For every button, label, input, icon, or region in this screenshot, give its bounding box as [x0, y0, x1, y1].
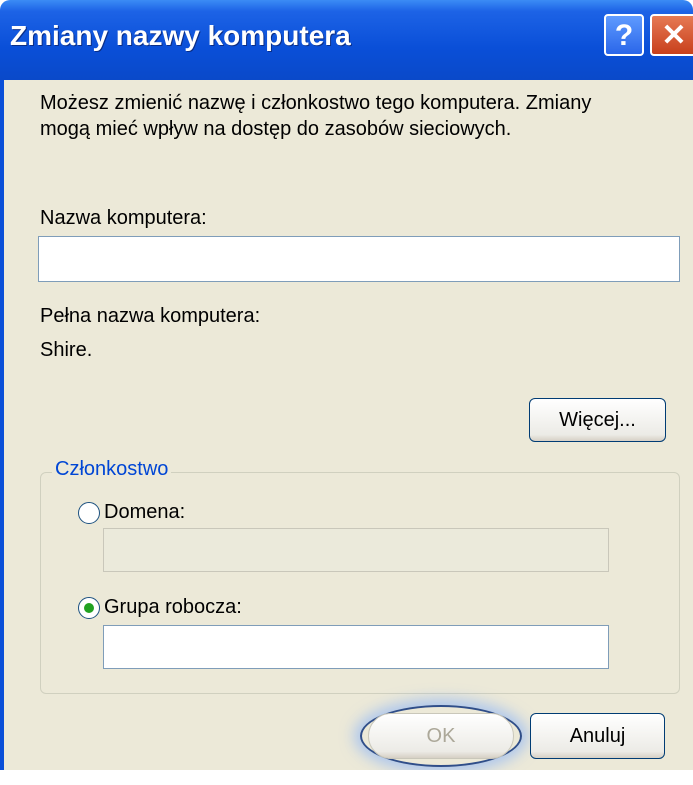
full-name-label: Pełna nazwa komputera:	[40, 305, 261, 327]
computer-name-input[interactable]	[38, 236, 680, 282]
domain-label: Domena:	[104, 501, 186, 523]
computer-name-label: Nazwa komputera:	[40, 207, 207, 229]
cancel-button[interactable]: Anuluj	[530, 713, 665, 759]
domain-input	[103, 528, 609, 572]
close-icon: ✕	[661, 19, 687, 52]
help-button[interactable]: ?	[604, 14, 644, 56]
workgroup-input[interactable]	[103, 625, 609, 669]
full-name-value: Shire.	[40, 339, 93, 361]
rename-computer-dialog: Zmiany nazwy komputera ? ✕ Możesz zmieni…	[0, 0, 693, 770]
title-bar: Zmiany nazwy komputera ? ✕	[0, 0, 693, 80]
workgroup-label: Grupa robocza:	[104, 596, 242, 618]
dialog-title: Zmiany nazwy komputera	[10, 20, 351, 51]
ok-button[interactable]: OK	[368, 713, 514, 759]
membership-group-label: Członkostwo	[52, 458, 172, 481]
description-line-2: mogą mieć wpływ na dostęp do zasobów sie…	[40, 118, 512, 140]
workgroup-radio[interactable]	[78, 597, 100, 619]
help-icon: ?	[614, 19, 634, 52]
more-button[interactable]: Więcej...	[529, 398, 666, 442]
close-button[interactable]: ✕	[650, 14, 693, 56]
domain-radio[interactable]	[78, 502, 100, 524]
description-line-1: Możesz zmienić nazwę i członkostwo tego …	[40, 92, 592, 114]
